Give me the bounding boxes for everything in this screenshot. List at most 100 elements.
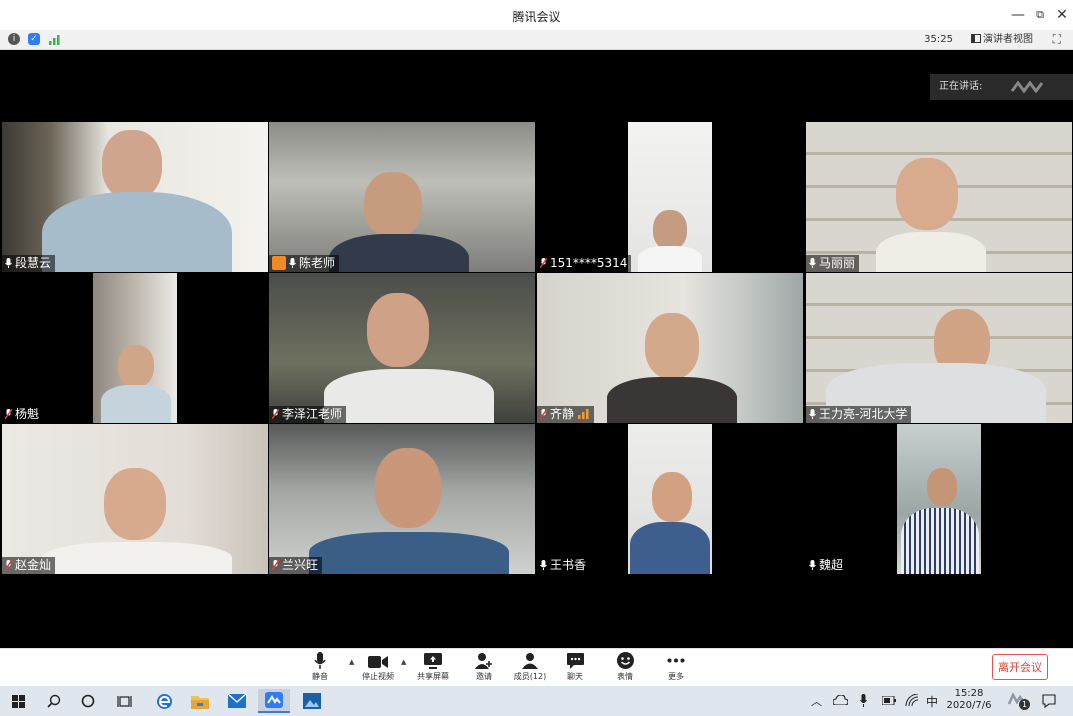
microphone-icon	[809, 409, 816, 419]
video-tile[interactable]: 马丽丽	[806, 122, 1072, 272]
reactions-label: 表情	[617, 672, 633, 681]
mute-button[interactable]: 静音	[292, 652, 348, 682]
microphone-muted-icon	[5, 409, 12, 419]
folder-icon	[191, 695, 209, 709]
meeting-toolbar: 静音 ▲ 停止视频 ▲ 共享屏幕 邀请 成员(12) 聊天 表情 更多 离开会议	[0, 648, 1073, 687]
stop-video-label: 停止视频	[362, 672, 394, 681]
video-feed	[897, 424, 981, 574]
video-tile[interactable]: 王书香	[537, 424, 803, 574]
microphone-icon	[289, 258, 296, 268]
window-title: 腾讯会议	[512, 10, 561, 24]
video-tile[interactable]: 齐静	[537, 273, 803, 423]
microphone-tray-icon[interactable]	[860, 694, 867, 707]
video-feed	[806, 273, 1072, 423]
microphone-icon	[540, 560, 547, 570]
share-screen-label: 共享屏幕	[417, 672, 449, 681]
video-grid: 正在讲话: 段慧云 陈老师 151****5314 马丽丽 杨魁 李泽江老师 齐…	[0, 50, 1073, 648]
restore-button[interactable]: ⧉	[1030, 6, 1050, 24]
video-feed	[2, 424, 268, 574]
video-feed	[2, 122, 268, 272]
windows-taskbar: ︿ 中 15:28 2020/7/6 1	[0, 686, 1073, 716]
mute-label: 静音	[312, 672, 328, 681]
video-feed	[93, 273, 177, 423]
show-hidden-icons-caret[interactable]: ︿	[811, 693, 822, 709]
participant-name-tag: 齐静	[537, 406, 595, 423]
minimize-button[interactable]: —	[1008, 6, 1028, 24]
cortana-button[interactable]	[72, 689, 104, 713]
microphone-muted-icon	[272, 409, 279, 419]
video-tile[interactable]: 陈老师	[269, 122, 535, 272]
video-tile[interactable]: 151****5314	[537, 122, 803, 272]
tencent-meeting-icon	[265, 692, 283, 708]
battery-icon[interactable]	[882, 696, 896, 705]
participant-name-tag: 王力亮-河北大学	[806, 406, 912, 423]
wifi-icon[interactable]	[905, 694, 919, 706]
tencent-meeting-app[interactable]	[258, 689, 290, 713]
video-feed	[628, 424, 712, 574]
video-tile[interactable]: 赵金灿	[2, 424, 268, 574]
video-tile[interactable]: 段慧云	[2, 122, 268, 272]
edge-app[interactable]	[148, 689, 180, 713]
shield-icon[interactable]: ✓	[28, 33, 40, 45]
video-tile[interactable]: 李泽江老师	[269, 273, 535, 423]
chat-button[interactable]: 聊天	[547, 652, 603, 682]
microphone-icon	[809, 560, 816, 570]
close-button[interactable]: ✕	[1052, 6, 1072, 24]
video-camera-icon	[368, 656, 388, 668]
speaking-label: 正在讲话:	[939, 81, 983, 92]
more-label: 更多	[668, 672, 684, 681]
microphone-icon	[314, 652, 326, 669]
edge-browser-icon	[156, 693, 172, 709]
video-tile[interactable]: 王力亮-河北大学	[806, 273, 1072, 423]
signal-icon[interactable]	[49, 34, 61, 45]
video-feed	[269, 424, 535, 574]
cortana-circle-icon	[81, 694, 95, 708]
task-view-icon	[116, 695, 132, 707]
photos-app[interactable]	[296, 689, 328, 713]
participant-name-tag: 兰兴旺	[269, 557, 323, 574]
video-tile[interactable]: 魏超	[806, 424, 1072, 574]
video-tile[interactable]: 兰兴旺	[269, 424, 535, 574]
stop-video-button[interactable]: 停止视频	[350, 652, 406, 682]
info-icon[interactable]: i	[8, 33, 20, 45]
cloud-icon[interactable]	[833, 695, 848, 705]
speaking-indicator: 正在讲话:	[930, 74, 1073, 100]
microphone-muted-icon	[540, 258, 547, 268]
photos-icon	[303, 693, 321, 709]
layout-icon	[971, 34, 981, 43]
taskbar-clock[interactable]: 15:28 2020/7/6	[944, 688, 994, 712]
action-center-icon[interactable]	[1042, 694, 1056, 708]
search-icon	[47, 694, 61, 708]
share-screen-icon	[424, 653, 442, 669]
microphone-muted-icon	[272, 560, 279, 570]
more-button[interactable]: 更多	[648, 652, 704, 682]
speaker-view-label: 演讲者视图	[983, 34, 1033, 45]
microphone-muted-icon	[5, 560, 12, 570]
share-screen-button[interactable]: 共享屏幕	[405, 652, 461, 682]
speaker-view-button[interactable]: 演讲者视图	[971, 32, 1033, 47]
video-feed	[537, 273, 803, 423]
leave-meeting-button[interactable]: 离开会议	[992, 654, 1048, 680]
participant-name-tag: 李泽江老师	[269, 406, 347, 423]
task-view-button[interactable]	[108, 689, 140, 713]
chat-label: 聊天	[567, 672, 583, 681]
chat-icon	[566, 653, 584, 669]
members-icon	[522, 653, 538, 669]
mail-app[interactable]	[221, 689, 253, 713]
participant-name-tag: 151****5314	[537, 255, 632, 272]
video-tile[interactable]: 杨魁	[2, 273, 268, 423]
input-method-indicator[interactable]: 中	[926, 693, 938, 710]
title-bar: 腾讯会议 — ⧉ ✕	[0, 0, 1073, 31]
notification-count-badge: 1	[1019, 699, 1030, 710]
fullscreen-icon[interactable]: ⛶	[1053, 32, 1061, 47]
start-button[interactable]	[2, 689, 34, 713]
file-explorer-app[interactable]	[184, 689, 216, 713]
search-button[interactable]	[38, 689, 70, 713]
tencent-tray-app[interactable]: 1	[1007, 692, 1030, 710]
participant-name-tag: 王书香	[537, 557, 591, 574]
reactions-button[interactable]: 表情	[597, 652, 653, 682]
participant-name-tag: 段慧云	[2, 255, 56, 272]
speaking-wave-icon	[1010, 81, 1044, 93]
microphone-icon	[809, 258, 816, 268]
microphone-icon	[5, 258, 12, 268]
